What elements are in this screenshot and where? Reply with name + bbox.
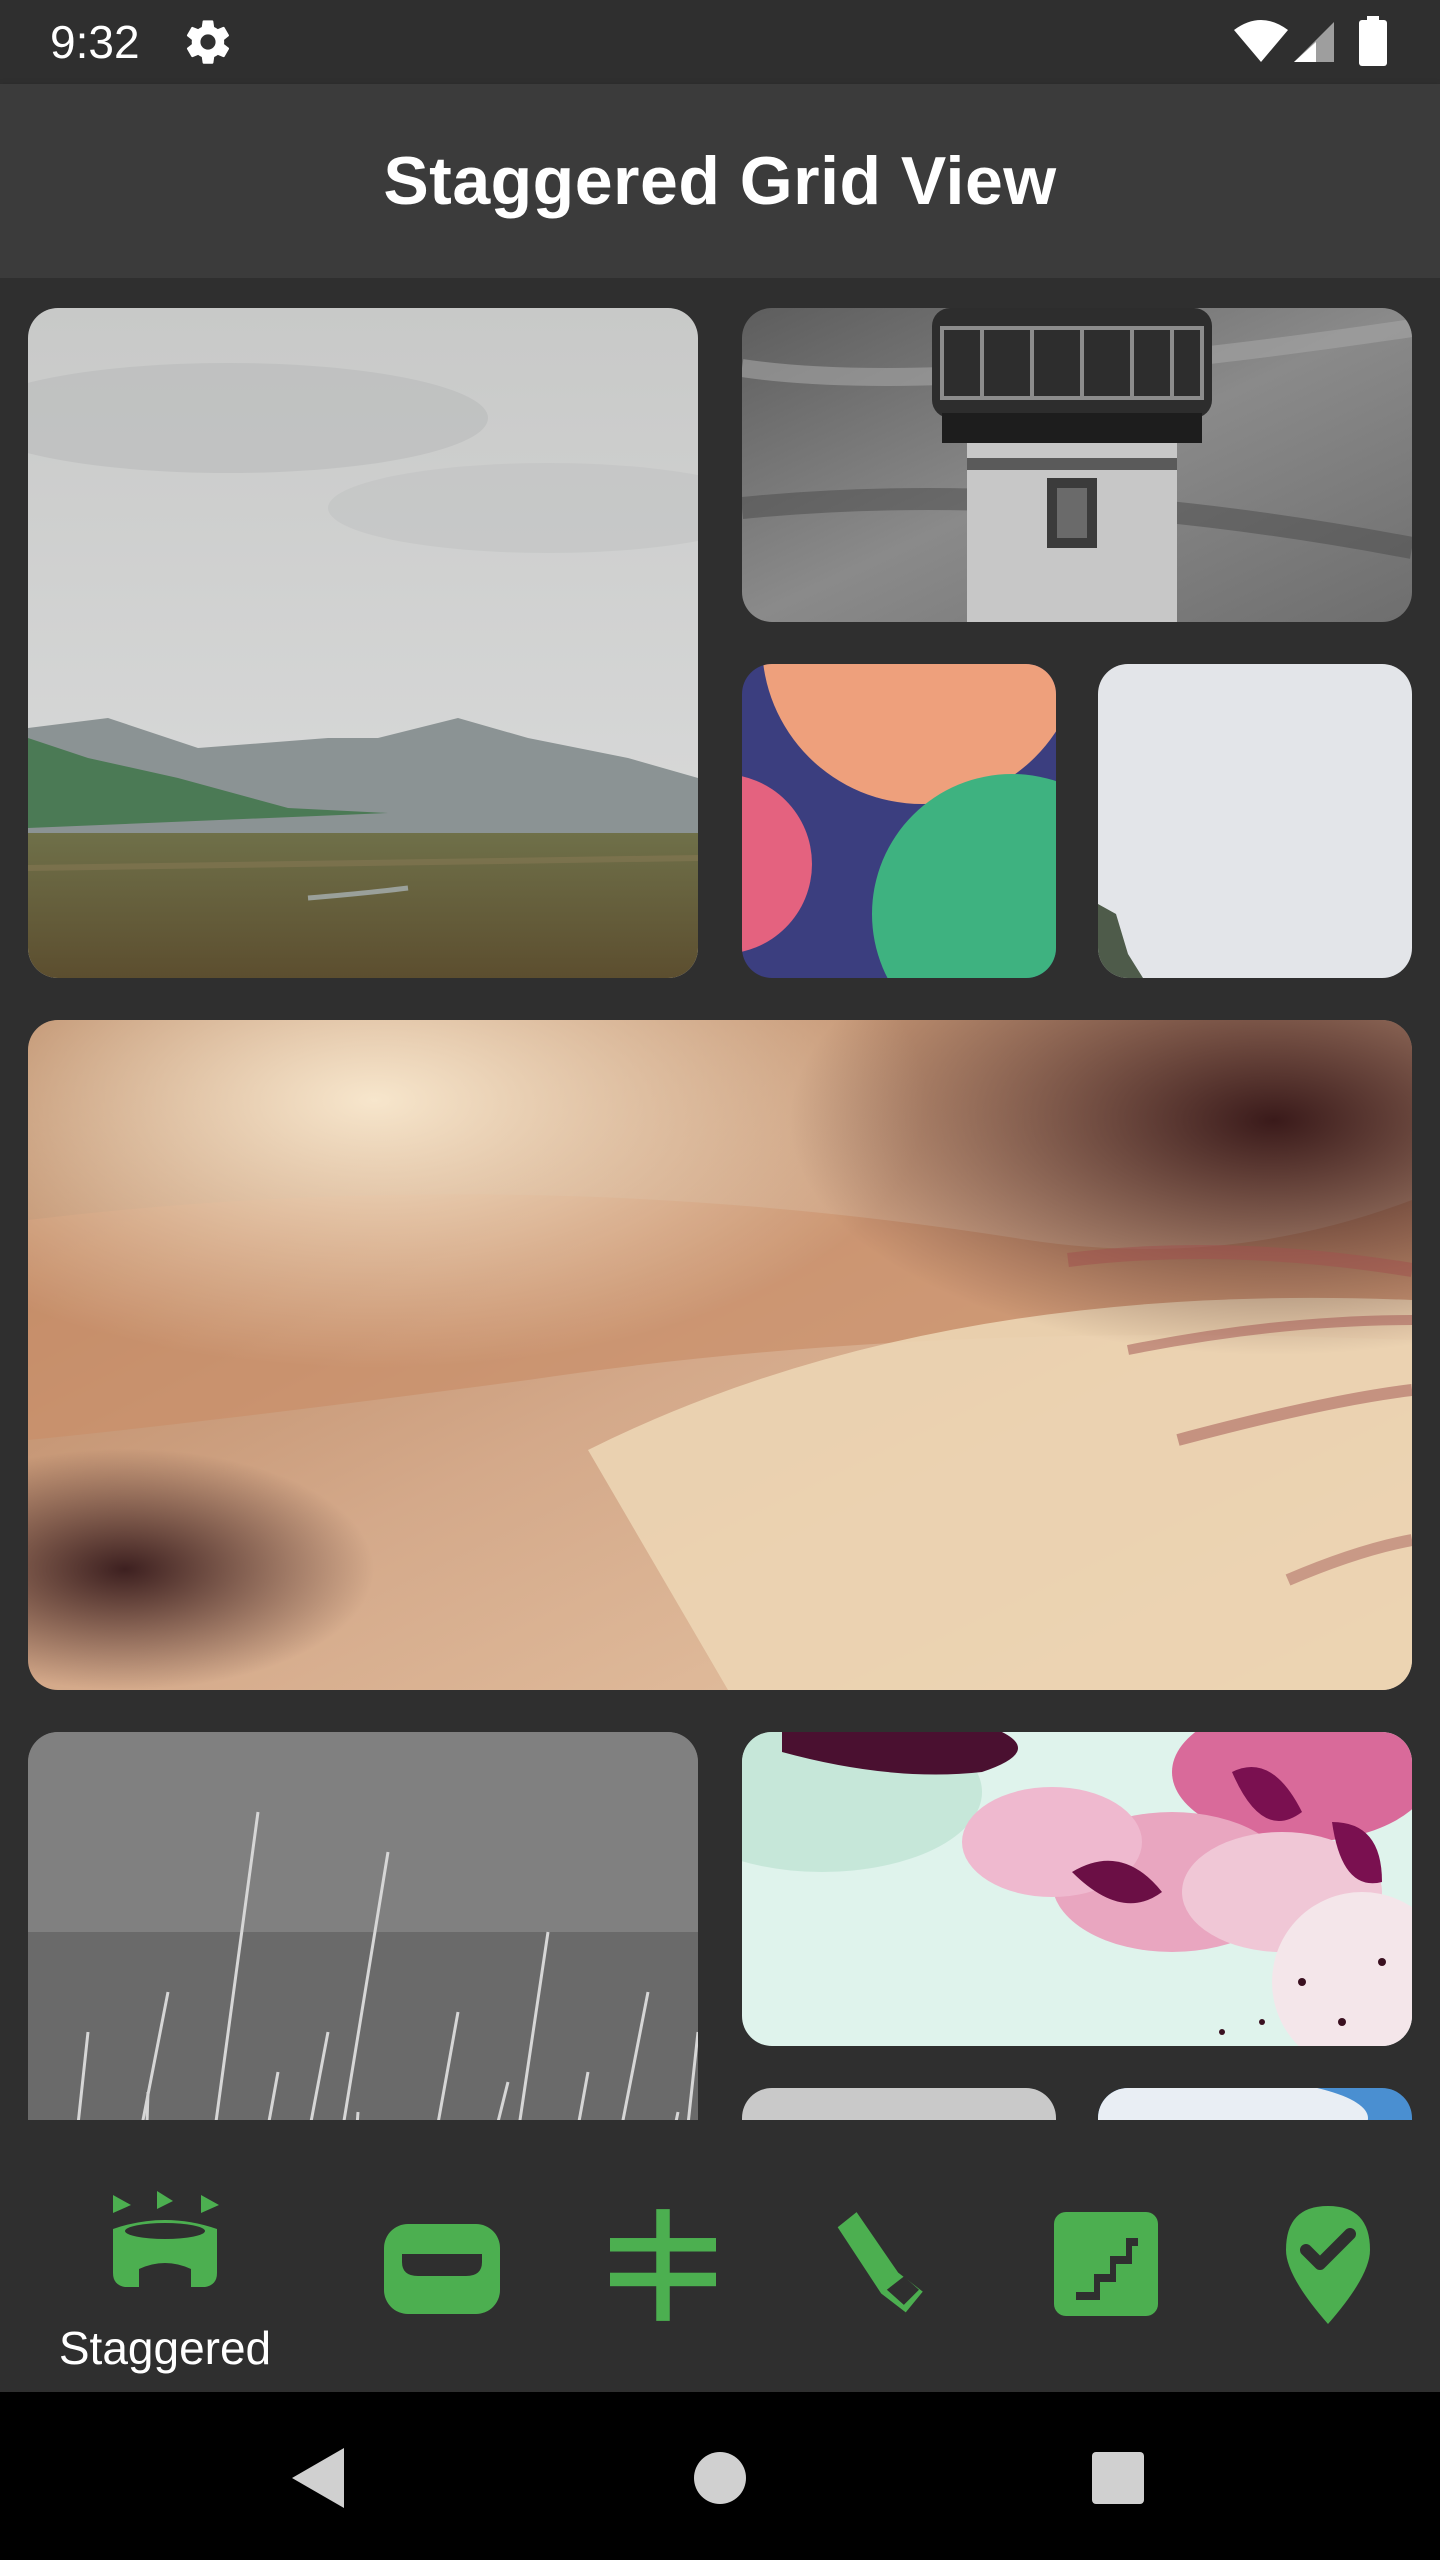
system-navigation-bar <box>0 2392 1440 2560</box>
battery-icon <box>1359 16 1387 66</box>
app-bar: Staggered Grid View <box>0 84 1440 278</box>
location-check-icon <box>1286 2206 1370 2324</box>
grid-image-grey[interactable] <box>742 2088 1056 2120</box>
nav-label-staggered: Staggered <box>58 2322 272 2374</box>
flashlight-icon <box>837 2212 923 2313</box>
home-icon[interactable] <box>694 2452 746 2504</box>
recents-icon[interactable] <box>1092 2452 1144 2504</box>
signal-icon <box>1294 22 1334 62</box>
gear-icon <box>186 20 230 64</box>
nav-item-staggered[interactable]: Staggered <box>30 2120 300 2392</box>
nav-item-location-check[interactable] <box>1218 2120 1438 2392</box>
grid-image-lighthouse[interactable] <box>742 308 1412 622</box>
staggered-grid[interactable] <box>0 278 1440 2120</box>
grid-image-bokeh[interactable] <box>742 664 1056 978</box>
nav-item-stairs[interactable] <box>998 2120 1218 2392</box>
status-bar: 9:32 <box>0 0 1440 84</box>
page-title: Staggered Grid View <box>383 143 1057 219</box>
nav-item-wallet[interactable] <box>332 2120 552 2392</box>
status-time: 9:32 <box>50 16 140 68</box>
grid-image-closeup[interactable] <box>28 1020 1412 1690</box>
grid-image-valley[interactable] <box>28 308 698 978</box>
grid-image-pale-sky[interactable] <box>1098 664 1412 978</box>
stairs-icon <box>1054 2212 1158 2316</box>
nav-item-tally[interactable] <box>552 2120 772 2392</box>
nav-item-flashlight[interactable] <box>772 2120 992 2392</box>
grid-image-blue-sky[interactable] <box>1098 2088 1412 2120</box>
stadium-icon <box>113 2191 219 2287</box>
bottom-navigation: Staggered <box>0 2120 1440 2392</box>
grid-image-flowers[interactable] <box>742 1732 1412 2046</box>
tally-plus-icon <box>610 2209 716 2321</box>
back-icon[interactable] <box>292 2448 344 2508</box>
wifi-icon <box>1234 20 1288 62</box>
grid-image-grass[interactable] <box>28 1732 698 2120</box>
wallet-icon <box>384 2224 500 2314</box>
